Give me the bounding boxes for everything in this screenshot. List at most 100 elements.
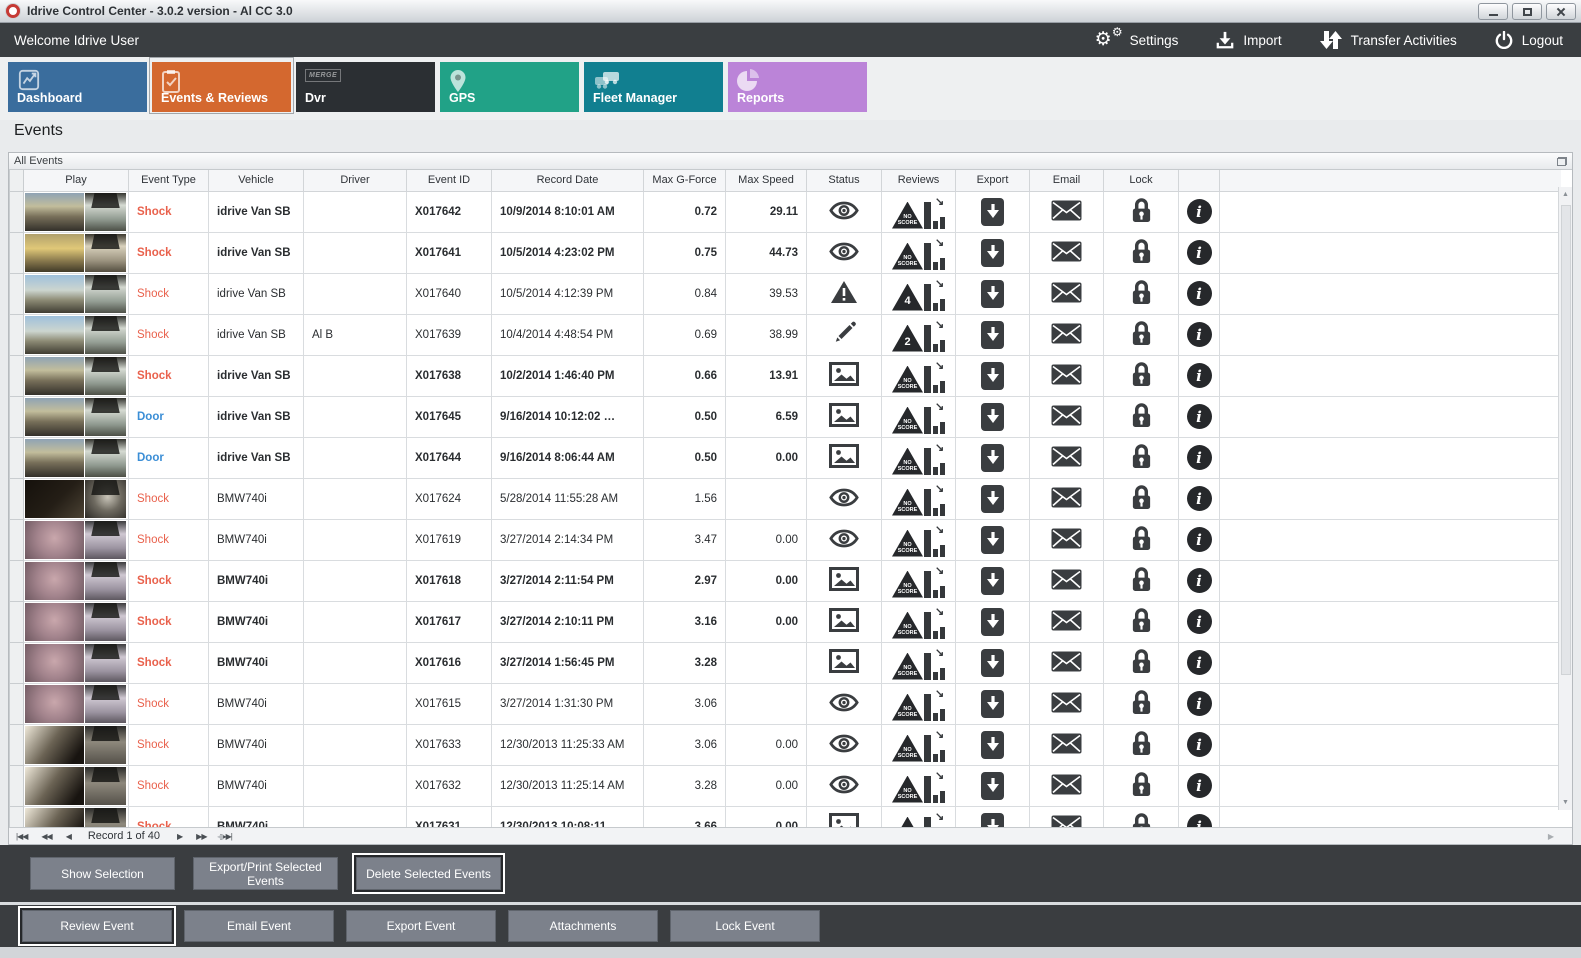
event-thumbnail[interactable] — [23, 395, 129, 438]
table-row[interactable]: Shock idrive Van SB X017642 10/9/2014 8:… — [9, 190, 1561, 233]
col-driver[interactable]: Driver — [303, 170, 407, 192]
reviews-cell[interactable]: NO SCORE ↘ — [881, 600, 956, 643]
info-cell[interactable]: i — [1178, 272, 1220, 315]
hscroll-left-icon[interactable]: ◀ — [217, 832, 223, 841]
event-thumbnail[interactable] — [23, 559, 129, 602]
info-cell[interactable]: i — [1178, 231, 1220, 274]
tab-dashboard[interactable]: Dashboard — [8, 62, 147, 112]
event-thumbnail[interactable] — [23, 764, 129, 807]
export-cell[interactable] — [955, 559, 1030, 602]
scroll-up-icon[interactable]: ▲ — [1559, 191, 1572, 198]
event-thumbnail[interactable] — [23, 190, 129, 233]
table-row[interactable]: Shock idrive Van SB X017640 10/5/2014 4:… — [9, 272, 1561, 315]
info-cell[interactable]: i — [1178, 600, 1220, 643]
event-thumbnail[interactable] — [23, 641, 129, 684]
export-cell[interactable] — [955, 313, 1030, 356]
col-event-type[interactable]: Event Type — [128, 170, 209, 192]
table-row[interactable]: Shock idrive Van SB X017638 10/2/2014 1:… — [9, 354, 1561, 397]
email-cell[interactable] — [1029, 682, 1104, 725]
scroll-down-icon[interactable]: ▼ — [1559, 799, 1572, 806]
first-record-icon[interactable]: |◀◀ — [16, 829, 28, 844]
event-thumbnail[interactable] — [23, 354, 129, 397]
table-row[interactable]: Shock BMW740i X017616 3/27/2014 1:56:45 … — [9, 641, 1561, 684]
vertical-scrollbar[interactable]: ▲ ▼ — [1558, 187, 1572, 810]
lock-event-button[interactable]: Lock Event — [670, 910, 820, 942]
table-row[interactable]: Shock BMW740i X017619 3/27/2014 2:14:34 … — [9, 518, 1561, 561]
col-play[interactable]: Play — [23, 170, 129, 192]
table-row[interactable]: Shock BMW740i X017631 12/30/2013 10:08:1… — [9, 805, 1561, 827]
tab-gps[interactable]: GPS — [440, 62, 579, 112]
email-cell[interactable] — [1029, 723, 1104, 766]
review-event-button[interactable]: Review Event — [22, 910, 172, 942]
lock-cell[interactable] — [1103, 436, 1179, 479]
export-cell[interactable] — [955, 764, 1030, 807]
lock-cell[interactable] — [1103, 190, 1179, 233]
col-event-id[interactable]: Event ID — [406, 170, 492, 192]
lock-cell[interactable] — [1103, 682, 1179, 725]
reviews-cell[interactable]: NO SCORE ↘ — [881, 805, 956, 827]
restore-panel-icon[interactable] — [1557, 156, 1567, 166]
col-reviews[interactable]: Reviews — [881, 170, 956, 192]
table-row[interactable]: Door idrive Van SB X017644 9/16/2014 8:0… — [9, 436, 1561, 479]
email-cell[interactable] — [1029, 313, 1104, 356]
next-page-icon[interactable]: ▶▶ — [196, 829, 207, 844]
export-cell[interactable] — [955, 723, 1030, 766]
tab-dvr[interactable]: MERGE Dvr — [296, 62, 435, 112]
lock-cell[interactable] — [1103, 723, 1179, 766]
hscroll-right-icon[interactable]: ▶ — [1548, 832, 1554, 841]
email-cell[interactable] — [1029, 395, 1104, 438]
info-cell[interactable]: i — [1178, 559, 1220, 602]
maximize-button[interactable] — [1512, 3, 1542, 20]
col-info[interactable] — [1178, 170, 1220, 192]
email-cell[interactable] — [1029, 764, 1104, 807]
export-cell[interactable] — [955, 477, 1030, 520]
reviews-cell[interactable]: NO SCORE ↘ — [881, 395, 956, 438]
export-cell[interactable] — [955, 682, 1030, 725]
reviews-cell[interactable]: 2 ↘ — [881, 313, 956, 356]
reviews-cell[interactable]: NO SCORE ↘ — [881, 231, 956, 274]
export-cell[interactable] — [955, 600, 1030, 643]
close-button[interactable] — [1546, 3, 1576, 20]
next-record-icon[interactable]: ▶ — [177, 829, 183, 844]
export-cell[interactable] — [955, 395, 1030, 438]
tab-events-reviews[interactable]: Events & Reviews — [149, 57, 294, 114]
reviews-cell[interactable]: NO SCORE ↘ — [881, 559, 956, 602]
event-thumbnail[interactable] — [23, 272, 129, 315]
table-row[interactable]: Door idrive Van SB X017645 9/16/2014 10:… — [9, 395, 1561, 438]
event-thumbnail[interactable] — [23, 231, 129, 274]
col-vehicle[interactable]: Vehicle — [208, 170, 304, 192]
col-export[interactable]: Export — [955, 170, 1030, 192]
email-event-button[interactable]: Email Event — [184, 910, 334, 942]
table-row[interactable]: Shock BMW740i X017618 3/27/2014 2:11:54 … — [9, 559, 1561, 602]
lock-cell[interactable] — [1103, 641, 1179, 684]
reviews-cell[interactable]: NO SCORE ↘ — [881, 436, 956, 479]
col-email[interactable]: Email — [1029, 170, 1104, 192]
reviews-cell[interactable]: NO SCORE ↘ — [881, 682, 956, 725]
table-row[interactable]: Shock BMW740i X017624 5/28/2014 11:55:28… — [9, 477, 1561, 520]
export-print-selected-events-button[interactable]: Export/Print Selected Events — [193, 857, 338, 890]
export-event-button[interactable]: Export Event — [346, 910, 496, 942]
email-cell[interactable] — [1029, 559, 1104, 602]
event-thumbnail[interactable] — [23, 313, 129, 356]
col-max-speed[interactable]: Max Speed — [725, 170, 807, 192]
lock-cell[interactable] — [1103, 313, 1179, 356]
event-thumbnail[interactable] — [23, 682, 129, 725]
info-cell[interactable]: i — [1178, 395, 1220, 438]
reviews-cell[interactable]: NO SCORE ↘ — [881, 190, 956, 233]
info-cell[interactable]: i — [1178, 190, 1220, 233]
minimize-button[interactable] — [1478, 3, 1508, 20]
reviews-cell[interactable]: NO SCORE ↘ — [881, 641, 956, 684]
table-row[interactable]: Shock BMW740i X017615 3/27/2014 1:31:30 … — [9, 682, 1561, 725]
lock-cell[interactable] — [1103, 600, 1179, 643]
event-thumbnail[interactable] — [23, 518, 129, 561]
settings-button[interactable]: ⚙ ⚙ Settings — [1095, 26, 1179, 51]
export-cell[interactable] — [955, 190, 1030, 233]
email-cell[interactable] — [1029, 272, 1104, 315]
email-cell[interactable] — [1029, 518, 1104, 561]
lock-cell[interactable] — [1103, 764, 1179, 807]
event-thumbnail[interactable] — [23, 723, 129, 766]
event-thumbnail[interactable] — [23, 600, 129, 643]
export-cell[interactable] — [955, 641, 1030, 684]
table-row[interactable]: Shock BMW740i X017633 12/30/2013 11:25:3… — [9, 723, 1561, 766]
info-cell[interactable]: i — [1178, 354, 1220, 397]
